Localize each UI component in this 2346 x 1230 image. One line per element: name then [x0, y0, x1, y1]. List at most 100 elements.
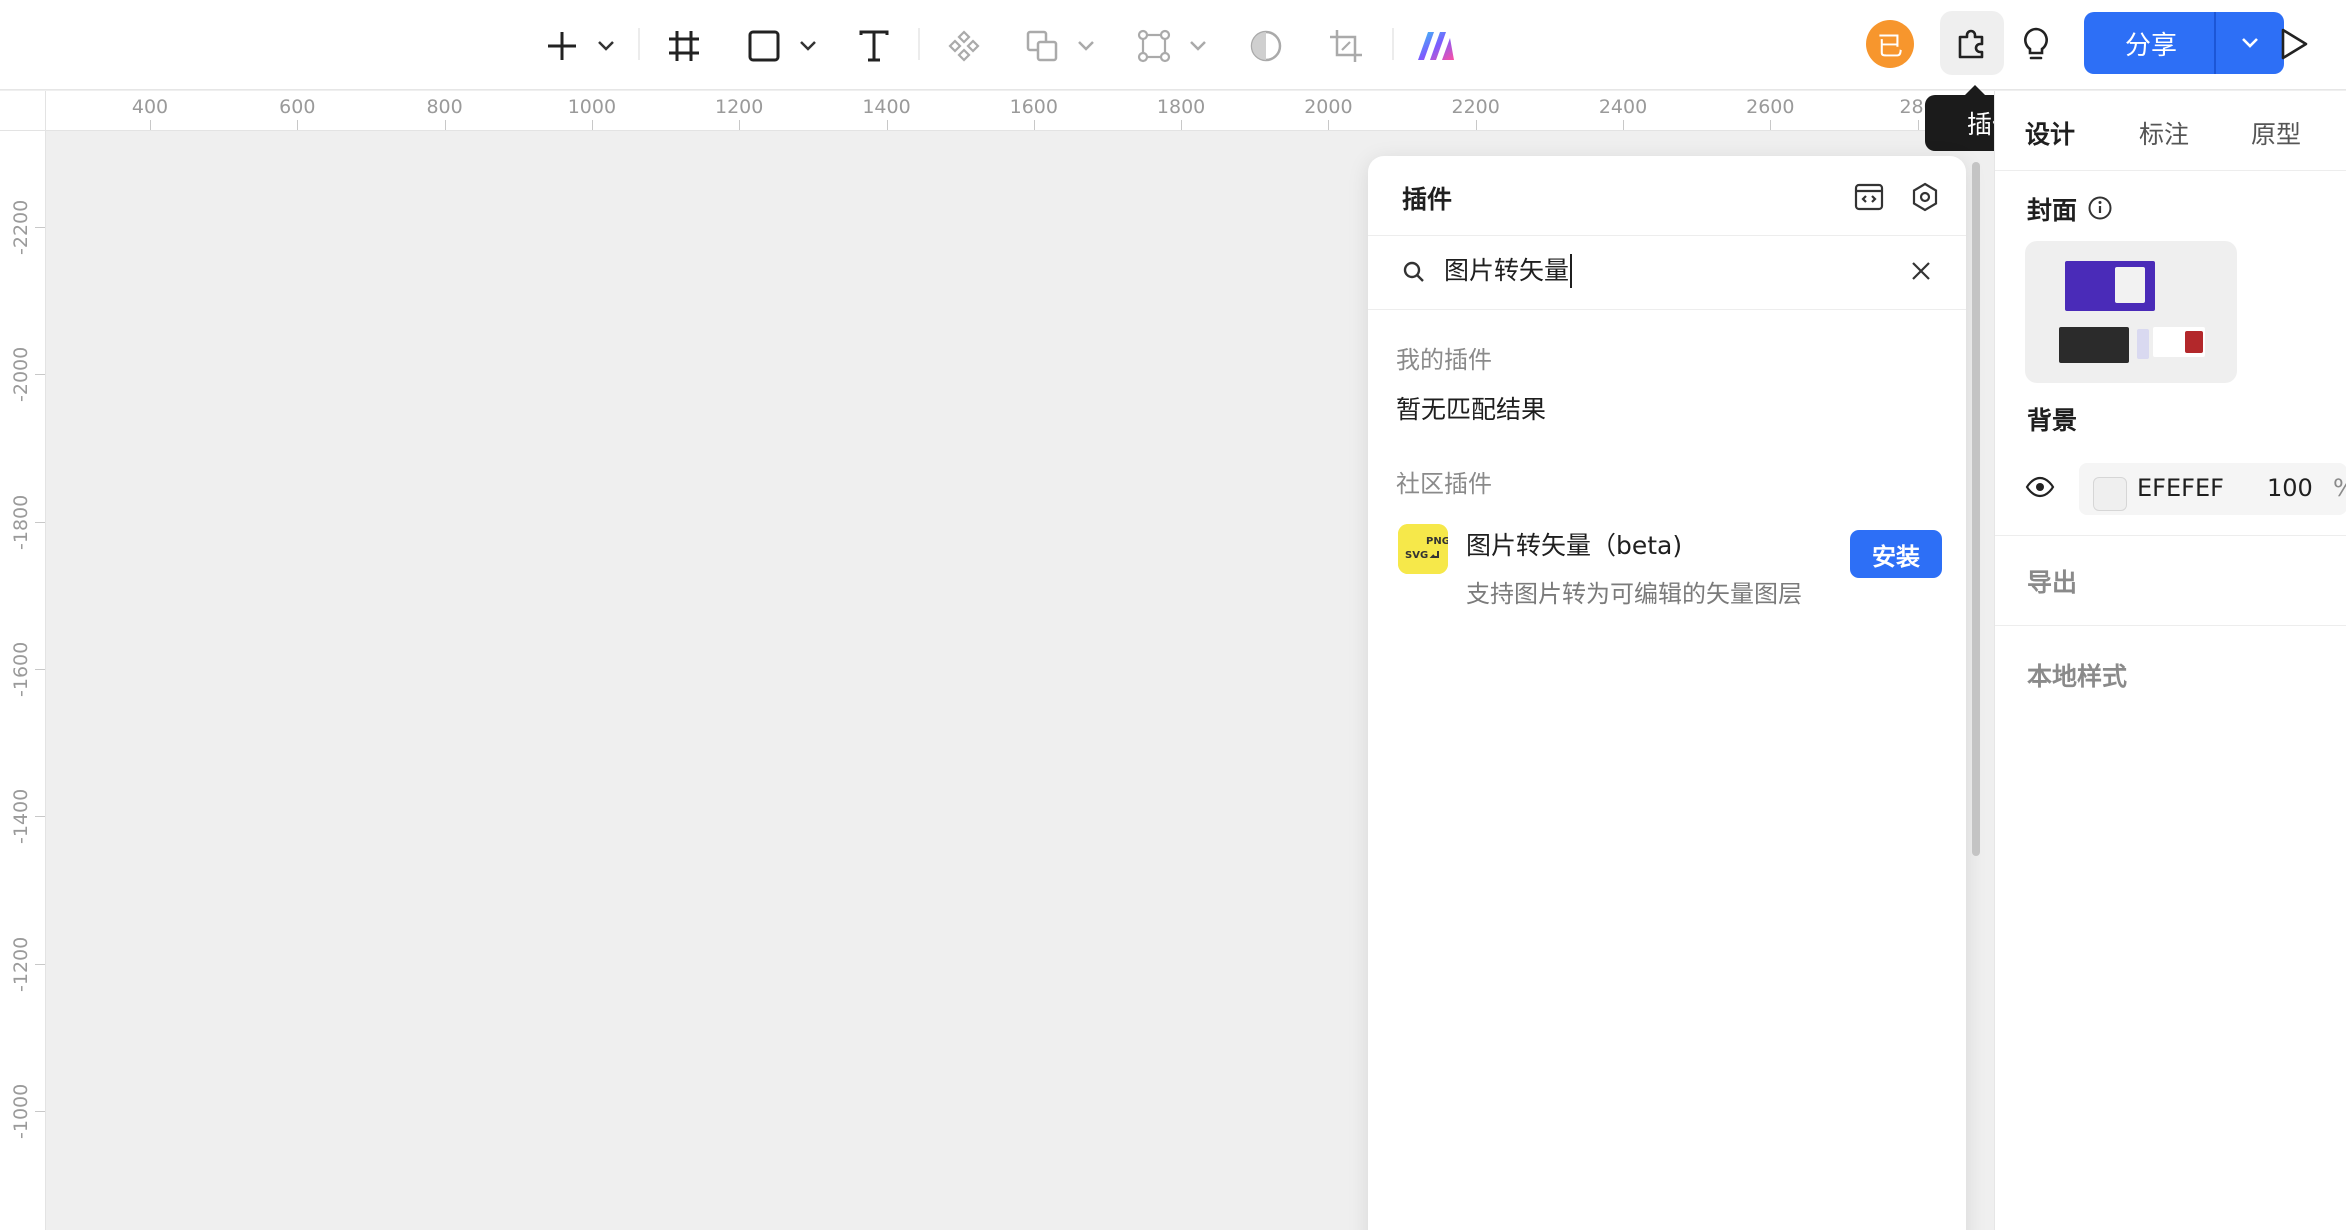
ruler-top-tick — [444, 120, 446, 130]
background-color-field[interactable]: EFEFEF 100 % — [2079, 463, 2346, 515]
ruler-top-tick — [1770, 120, 1772, 130]
ruler-left-tick — [35, 816, 45, 818]
component-icon[interactable] — [942, 24, 986, 68]
eye-icon[interactable] — [2025, 475, 2055, 503]
background-opacity[interactable]: 100 — [2267, 474, 2313, 502]
chevron-down-icon[interactable] — [1074, 34, 1098, 58]
cover-thumbnail[interactable] — [2025, 241, 2237, 383]
ruler-left-label: -1600 — [10, 641, 32, 697]
ruler-top-tick — [1181, 120, 1183, 130]
tab-annotate[interactable]: 标注 — [2139, 115, 2189, 151]
cover-thumb-6 — [2185, 331, 2203, 353]
ruler-top-label: 1400 — [862, 96, 911, 118]
chevron-down-icon[interactable] — [796, 34, 820, 58]
vector-edit-icon[interactable] — [1132, 24, 1176, 68]
frame-icon[interactable] — [662, 24, 706, 68]
rectangle-icon[interactable] — [742, 24, 786, 68]
ruler-top-tick — [1475, 120, 1477, 130]
export-label[interactable]: 导出 — [2027, 563, 2077, 599]
ruler-top-label: 2200 — [1451, 96, 1500, 118]
ruler-left-label: -1800 — [10, 494, 32, 550]
plugin-result-row[interactable]: PNG SVG 图片转矢量（beta) 支持图片转为可编辑的矢量图层 安装 — [1368, 516, 1966, 626]
ruler-corner — [0, 91, 46, 131]
ruler-top-label: 1600 — [1009, 96, 1058, 118]
share-button[interactable]: 分享 — [2096, 12, 2206, 74]
plugin-button[interactable] — [1940, 11, 2004, 75]
background-color-swatch[interactable] — [2093, 477, 2127, 511]
ruler-top-label: 2400 — [1598, 96, 1648, 118]
ai-logo-icon[interactable] — [1414, 24, 1458, 68]
play-button[interactable] — [2266, 16, 2322, 72]
text-icon[interactable] — [852, 24, 896, 68]
ruler-left-label: -1000 — [10, 1083, 32, 1139]
share-button-group: 分享 — [2084, 12, 2284, 74]
ruler-left-tick — [35, 963, 45, 965]
plugin-panel-header: 插件 — [1368, 156, 1966, 236]
my-plugins-empty: 暂无匹配结果 — [1396, 395, 1547, 424]
ruler-top-tick — [150, 120, 151, 130]
ruler-top-label: 2000 — [1304, 96, 1353, 118]
cover-thumb-2 — [2115, 267, 2145, 303]
divider — [1995, 535, 2346, 536]
plugin-dev-icon[interactable] — [1852, 180, 1886, 214]
close-icon[interactable] — [1908, 258, 1934, 288]
ruler-left-tick — [35, 668, 45, 670]
ruler-left: -2200 -2000 -1800 -1600 -1400 -1200 -1000 — [0, 91, 46, 1230]
plugin-search-bar: 图片转矢量 — [1368, 236, 1966, 310]
ruler-top-label: 800 — [426, 96, 463, 118]
ruler-top-tick — [1033, 120, 1035, 130]
install-button[interactable]: 安装 — [1850, 530, 1942, 578]
crop-icon[interactable] — [1324, 24, 1368, 68]
cover-thumb-3 — [2059, 327, 2129, 363]
plugin-description: 支持图片转为可编辑的矢量图层 — [1466, 580, 1802, 608]
ruler-top: 400 600 800 1000 1200 1400 1600 1800 2000 2200 240… — [46, 91, 1996, 131]
ruler-left-label: -2000 — [10, 347, 32, 403]
puzzle-icon — [1958, 29, 1984, 59]
chevron-down-icon — [2242, 38, 2258, 48]
plugin-logo-text-top: PNG — [1426, 536, 1448, 547]
plugin-search-input[interactable]: 图片转矢量 — [1444, 254, 1573, 288]
background-hex[interactable]: EFEFEF — [2137, 474, 2224, 502]
search-icon — [1402, 260, 1426, 288]
cover-label: 封面 — [2027, 196, 2078, 225]
ruler-left-label: -2200 — [10, 199, 32, 255]
ruler-top-tick — [1328, 120, 1330, 130]
ruler-left-tick — [35, 521, 45, 523]
info-icon[interactable] — [2087, 195, 2113, 225]
lightbulb-icon — [2024, 27, 2048, 60]
ruler-top-label: 400 — [131, 96, 169, 118]
top-toolbar: 已 分享 — [0, 0, 2346, 90]
plugin-settings-icon[interactable] — [1908, 180, 1942, 214]
mask-icon[interactable] — [1244, 24, 1288, 68]
ruler-left-tick — [35, 227, 45, 228]
tab-prototype[interactable]: 原型 — [2251, 115, 2301, 151]
divider — [1995, 625, 2346, 626]
chevron-down-icon[interactable] — [594, 34, 618, 58]
ruler-top-tick — [591, 120, 593, 130]
plugin-panel-title: 插件 — [1402, 185, 1453, 214]
background-opacity-unit: % — [2333, 474, 2346, 502]
community-plugins-heading: 社区插件 — [1396, 470, 1492, 498]
ruler-top-tick — [1623, 120, 1624, 130]
toolbar-divider — [918, 28, 920, 60]
ruler-top-label: 600 — [279, 96, 316, 118]
ruler-left-label: -1400 — [10, 788, 32, 845]
plugin-panel-scrollbar[interactable] — [1972, 162, 1980, 856]
background-row: EFEFEF 100 % — [2025, 463, 2346, 515]
plugin-logo-text-bottom: SVG — [1405, 550, 1428, 561]
ruler-top-label: 1200 — [715, 96, 764, 118]
plugin-name: 图片转矢量（beta) — [1466, 531, 1683, 560]
design-panel: 设计 标注 原型 封面 背景 EFEFEF 100 % — [1994, 91, 2346, 1230]
avatar[interactable]: 已 — [1866, 20, 1914, 68]
background-label: 背景 — [2027, 406, 2078, 435]
chevron-down-icon[interactable] — [1186, 34, 1210, 58]
plugin-panel: 插件 图片转矢量 我的插件 暂无匹配结果 社区插件 PNG SVG 图片转矢量（… — [1368, 156, 1966, 1230]
ruler-left-tick — [35, 374, 45, 376]
boolean-icon[interactable] — [1020, 24, 1064, 68]
local-styles-label[interactable]: 本地样式 — [2027, 657, 2127, 693]
ruler-top-label: 1000 — [567, 96, 617, 118]
tab-design[interactable]: 设计 — [2025, 115, 2075, 151]
plus-icon[interactable] — [540, 24, 584, 68]
lightbulb-button[interactable] — [2010, 18, 2062, 70]
my-plugins-heading: 我的插件 — [1396, 346, 1492, 374]
